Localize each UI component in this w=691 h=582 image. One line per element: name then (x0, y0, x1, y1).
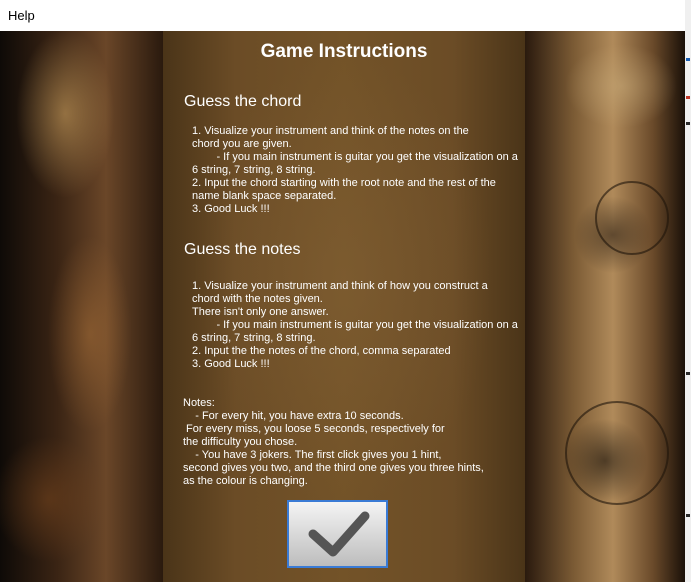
notes-text: Notes: - For every hit, you have extra 1… (183, 397, 484, 487)
background-left-texture (0, 31, 163, 582)
section-title-guess-chord: Guess the chord (184, 93, 302, 110)
section-title-guess-notes: Guess the notes (184, 241, 301, 258)
edge-mark (686, 372, 690, 375)
ok-button[interactable] (287, 500, 388, 568)
page-title: Game Instructions (260, 41, 428, 62)
edge-mark (686, 122, 690, 125)
section-body-guess-chord: 1. Visualize your instrument and think o… (192, 125, 518, 215)
background-right-texture (525, 31, 685, 582)
window-title: Help (8, 8, 35, 23)
edge-mark (686, 514, 690, 517)
edge-mark (686, 96, 690, 99)
right-edge-strip (685, 0, 691, 582)
edge-mark (686, 58, 690, 61)
checkmark-icon (308, 511, 370, 557)
clock-decoration (565, 401, 669, 505)
clock-decoration (595, 181, 669, 255)
section-body-guess-notes: 1. Visualize your instrument and think o… (192, 280, 518, 370)
title-bar: Help (0, 0, 685, 32)
